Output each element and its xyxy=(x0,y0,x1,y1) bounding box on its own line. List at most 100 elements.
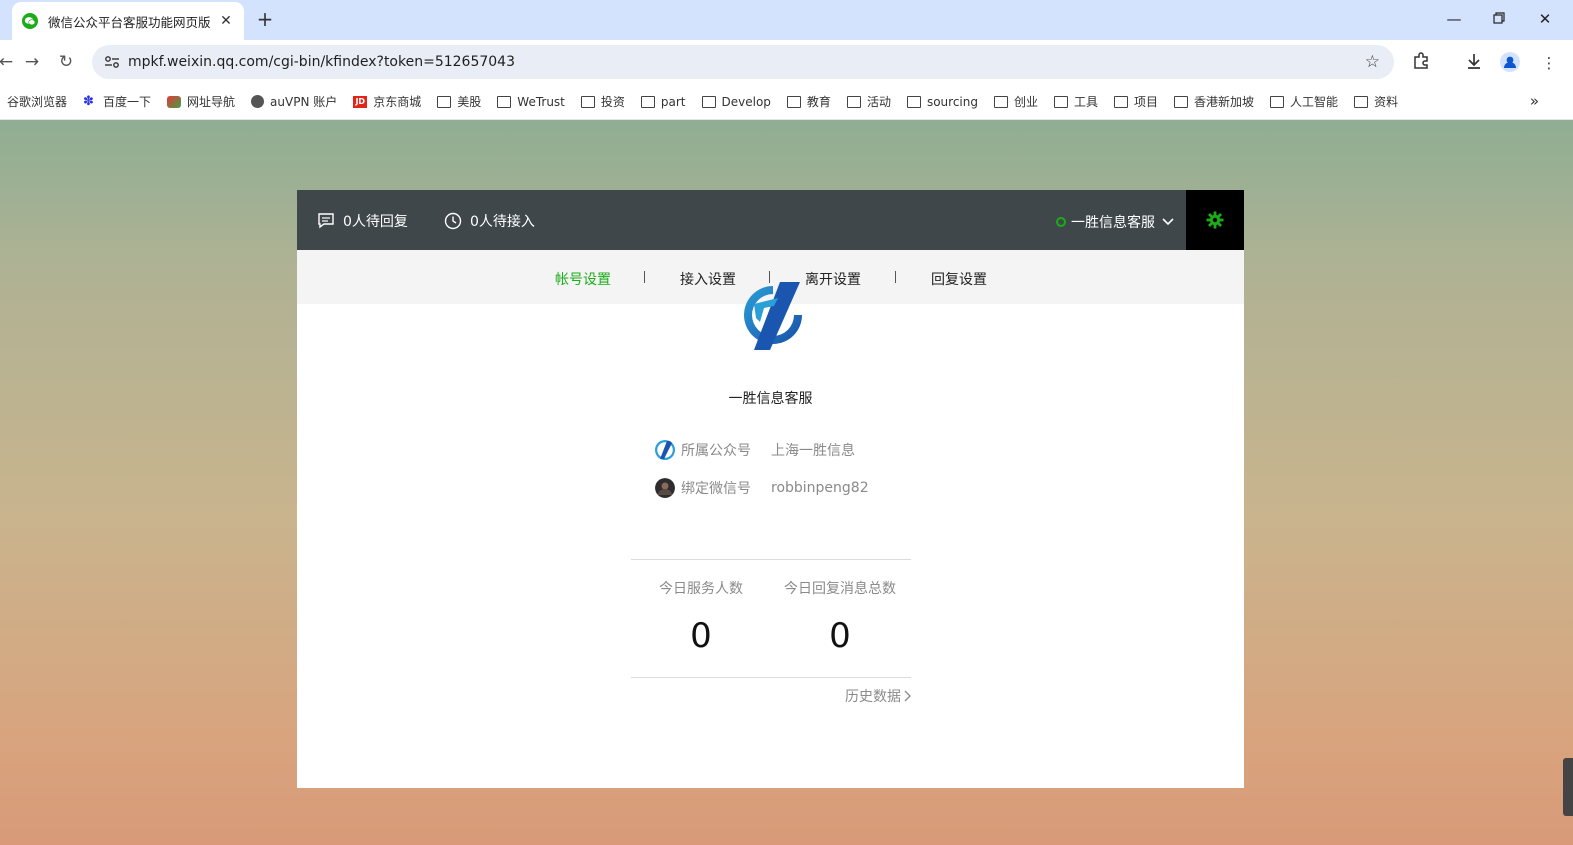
bound-wechat-value: robbinpeng82 xyxy=(771,480,869,496)
site-info-icon[interactable] xyxy=(104,55,120,69)
tab-title: 微信公众平台客服功能网页版 xyxy=(48,14,211,30)
bookmark-folder[interactable]: 项目 xyxy=(1114,93,1158,110)
restore-button[interactable] xyxy=(1489,10,1509,28)
bookmark-folder[interactable]: WeTrust xyxy=(497,95,565,109)
messages-count-value: 0 xyxy=(829,616,851,656)
bookmark-folder[interactable]: 活动 xyxy=(846,93,891,110)
history-data-label: 历史数据 xyxy=(845,689,901,705)
side-widget[interactable] xyxy=(1563,758,1573,816)
browser-tab[interactable]: 微信公众平台客服功能网页版 ✕ xyxy=(12,2,244,40)
folder-icon xyxy=(640,95,655,108)
bookmark-folder[interactable]: 香港新加坡 xyxy=(1174,93,1254,110)
bookmark-star-icon[interactable]: ☆ xyxy=(1365,52,1380,72)
folder-icon xyxy=(1354,95,1369,108)
close-tab-icon[interactable]: ✕ xyxy=(218,13,234,29)
bookmark-item[interactable]: 网址导航 xyxy=(167,93,235,110)
kf-topbar: 0人待回复 0人待接入 一胜信息客服 xyxy=(297,190,1244,250)
pending-reply-label: 0人待回复 xyxy=(343,214,408,230)
divider xyxy=(631,677,911,678)
bookmark-item[interactable]: 谷歌浏览器 xyxy=(7,93,67,110)
history-data-link[interactable]: 历史数据 xyxy=(845,686,912,706)
folder-icon xyxy=(906,95,921,108)
browser-menu-icon[interactable]: ⋮ xyxy=(1538,52,1560,74)
folder-icon xyxy=(1270,95,1285,108)
browser-toolbar: ← → ↻ mpkf.weixin.qq.com/cgi-bin/kfindex… xyxy=(0,40,1573,84)
bookmark-folder[interactable]: 资料 xyxy=(1354,93,1398,110)
pending-access-label: 0人待接入 xyxy=(470,214,535,230)
tab-leave-settings[interactable]: 离开设置 xyxy=(805,269,861,289)
account-logo xyxy=(744,282,802,350)
bookmark-item[interactable]: JD 京东商城 xyxy=(353,93,421,110)
page-background: 0人待回复 0人待接入 一胜信息客服 帐号设置 接入设置 离开设置 回复设置 一… xyxy=(0,120,1573,845)
new-tab-button[interactable]: + xyxy=(254,8,276,30)
folder-icon xyxy=(1054,95,1068,108)
nav-divider xyxy=(895,271,896,283)
folder-icon xyxy=(497,95,512,108)
wechat-icon xyxy=(22,13,38,29)
chevron-right-icon xyxy=(904,690,911,702)
official-account-row: 所属公众号 上海一胜信息 xyxy=(655,440,855,460)
extensions-icon[interactable] xyxy=(1410,52,1432,74)
tab-reply-settings[interactable]: 回复设置 xyxy=(931,269,987,289)
divider xyxy=(631,559,911,560)
jd-icon: JD xyxy=(353,95,368,108)
agent-status-dropdown[interactable]: 一胜信息客服 xyxy=(1056,212,1174,232)
restore-icon xyxy=(1493,12,1505,24)
online-status-icon xyxy=(1056,217,1066,227)
folder-icon xyxy=(1114,95,1129,108)
account-name: 一胜信息客服 xyxy=(728,391,813,407)
bookmark-folder[interactable]: 投资 xyxy=(580,93,625,110)
baidu-icon: ✽ xyxy=(83,93,94,109)
folder-icon xyxy=(580,95,595,108)
nav-icon xyxy=(167,95,182,108)
agent-name: 一胜信息客服 xyxy=(1071,215,1155,231)
folder-icon xyxy=(993,95,1008,108)
forward-button[interactable]: → xyxy=(22,52,42,72)
messages-count-label: 今日回复消息总数 xyxy=(784,581,896,597)
tab-strip: 微信公众平台客服功能网页版 ✕ + — ✕ xyxy=(0,0,1573,40)
gear-icon xyxy=(1206,211,1224,229)
download-icon[interactable] xyxy=(1463,52,1485,74)
message-icon xyxy=(318,213,334,229)
globe-icon xyxy=(251,95,265,108)
bound-wechat-row: 绑定微信号 robbinpeng82 xyxy=(655,478,869,498)
profile-avatar-icon[interactable] xyxy=(1499,52,1521,74)
bookmark-folder[interactable]: 人工智能 xyxy=(1270,93,1338,110)
user-avatar xyxy=(655,478,675,498)
folder-icon xyxy=(846,95,861,108)
official-account-label: 所属公众号 xyxy=(681,443,751,459)
minimize-button[interactable]: — xyxy=(1444,10,1464,28)
address-bar[interactable]: mpkf.weixin.qq.com/cgi-bin/kfindex?token… xyxy=(92,45,1394,79)
folder-icon xyxy=(786,95,801,108)
back-button[interactable]: ← xyxy=(0,52,16,72)
messages-count-stat: 今日回复消息总数 0 xyxy=(770,578,910,656)
tab-account-settings[interactable]: 帐号设置 xyxy=(555,269,611,289)
nav-divider xyxy=(644,271,645,283)
folder-icon xyxy=(701,95,716,108)
bookmark-folder[interactable]: sourcing xyxy=(906,95,978,109)
pending-access-button[interactable]: 0人待接入 xyxy=(444,211,535,231)
official-account-value: 上海一胜信息 xyxy=(771,443,855,459)
official-account-logo-icon xyxy=(655,440,675,460)
bookmark-folder[interactable]: 美股 xyxy=(437,93,481,110)
close-window-button[interactable]: ✕ xyxy=(1535,10,1555,28)
reload-button[interactable]: ↻ xyxy=(56,52,76,72)
chevron-down-icon xyxy=(1162,218,1174,226)
bookmark-item[interactable]: ✽ 百度一下 xyxy=(83,93,151,110)
bookmark-folder[interactable]: Develop xyxy=(701,95,771,109)
settings-button[interactable] xyxy=(1186,190,1244,250)
bookmark-folder[interactable]: part xyxy=(640,95,686,109)
clock-icon xyxy=(444,212,462,230)
tab-access-settings[interactable]: 接入设置 xyxy=(680,269,736,289)
bookmark-folder[interactable]: 教育 xyxy=(786,93,831,110)
more-bookmarks-icon[interactable]: » xyxy=(1530,92,1539,110)
bookmark-folder[interactable]: 工具 xyxy=(1054,93,1098,110)
folder-icon xyxy=(437,95,452,108)
served-count-value: 0 xyxy=(690,616,712,656)
pending-reply-button[interactable]: 0人待回复 xyxy=(317,211,408,231)
url-text: mpkf.weixin.qq.com/cgi-bin/kfindex?token… xyxy=(128,54,515,70)
bookmark-item[interactable]: auVPN 账户 xyxy=(251,93,337,110)
bookmarks-bar: 谷歌浏览器 ✽ 百度一下 网址导航 auVPN 账户 JD 京东商城 美股 WeTr… xyxy=(0,84,1573,120)
served-count-stat: 今日服务人数 0 xyxy=(631,578,771,656)
bookmark-folder[interactable]: 创业 xyxy=(993,93,1038,110)
